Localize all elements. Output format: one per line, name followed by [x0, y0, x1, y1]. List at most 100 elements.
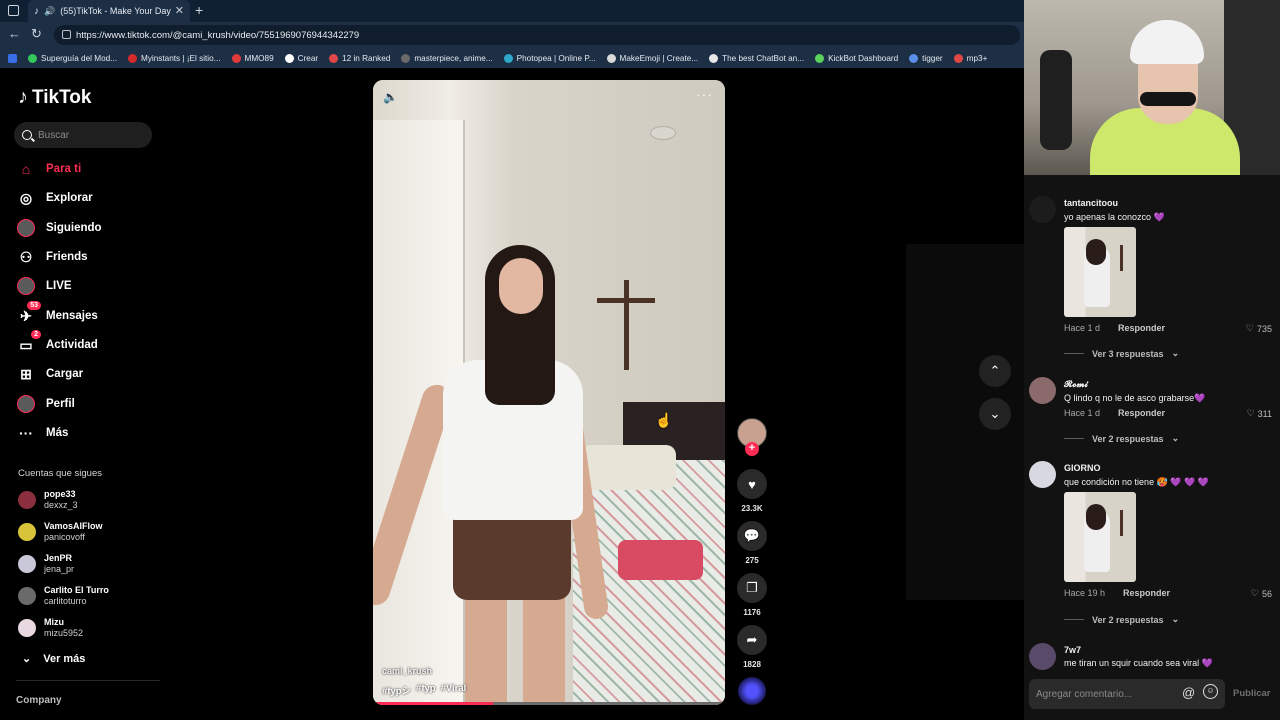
- followed-account[interactable]: VamosAlFlow panicovoff: [18, 518, 103, 546]
- volume-icon[interactable]: 🔈: [383, 90, 398, 104]
- followed-account[interactable]: JenPR jena_pr: [18, 550, 74, 578]
- like-action[interactable]: ♥ 23.3K: [737, 469, 767, 513]
- new-tab-icon[interactable]: +: [195, 2, 203, 18]
- next-video-button[interactable]: ⌄: [979, 398, 1011, 430]
- bookmark-icon[interactable]: ❐: [737, 573, 767, 603]
- video-cross: [624, 280, 629, 370]
- more-options-icon[interactable]: ···: [696, 86, 713, 102]
- avatar[interactable]: [1029, 377, 1056, 404]
- comment-icon[interactable]: 💬: [737, 521, 767, 551]
- sidebar-item-label: Para ti: [46, 163, 82, 175]
- following-icon: [16, 218, 36, 238]
- bookmark-item[interactable]: Photopea | Online P...: [503, 53, 596, 63]
- comment-username[interactable]: 7w7: [1064, 645, 1081, 655]
- bookmark-item[interactable]: MakeEmoji | Create...: [606, 53, 698, 63]
- back-icon[interactable]: ←: [8, 26, 21, 41]
- bookmark-item[interactable]: 12 in Ranked: [329, 53, 390, 63]
- close-tab-icon[interactable]: ✕: [175, 4, 184, 17]
- avatar[interactable]: [1029, 196, 1056, 223]
- comment-like[interactable]: ♡ 735: [1246, 323, 1272, 334]
- hashtag[interactable]: #Viral: [441, 683, 467, 697]
- sidebar-item-live[interactable]: LIVE: [16, 273, 72, 299]
- sidebar-item-label: Cargar: [46, 368, 84, 380]
- sidebar-item-friends[interactable]: ⚇ Friends: [16, 244, 88, 270]
- heart-icon[interactable]: ♥: [737, 469, 767, 499]
- company-link[interactable]: Company: [16, 695, 62, 706]
- comment-username[interactable]: GIORNO: [1064, 463, 1101, 473]
- view-replies-button[interactable]: Ver 2 respuestas ⌄: [1064, 614, 1179, 625]
- reload-icon[interactable]: ↻: [31, 26, 42, 42]
- bookmark-item[interactable]: Crear: [284, 53, 318, 63]
- bookmark-label: tigger: [922, 53, 943, 63]
- reply-button[interactable]: Responder: [1118, 408, 1165, 418]
- sidebar-item-para-ti[interactable]: ⌂ Para ti: [16, 156, 81, 182]
- share-action[interactable]: ➦ 1828: [737, 625, 767, 669]
- comment-input[interactable]: Agregar comentario...: [1029, 679, 1225, 709]
- sidebar-item-perfil[interactable]: Perfil: [16, 391, 75, 417]
- sidebar-item-cargar[interactable]: ⊞ Cargar: [16, 361, 83, 387]
- sidebar-item-siguiendo[interactable]: Siguiendo: [16, 215, 102, 241]
- see-more-button[interactable]: ⌄ Ver más: [22, 652, 85, 666]
- video-author[interactable]: cami_krush: [382, 666, 432, 676]
- view-replies-button[interactable]: Ver 3 respuestas ⌄: [1064, 348, 1179, 359]
- bookmark-favicon-icon: [909, 53, 919, 63]
- comment-like[interactable]: ♡ 56: [1251, 588, 1272, 599]
- bookmark-favicon-icon: [606, 53, 616, 63]
- browser-tab-bar: ♪ 🔊 (55)TikTok - Make Your Day ✕ +: [0, 0, 1024, 22]
- bookmark-item[interactable]: KickBot Dashboard: [815, 53, 899, 63]
- mention-icon[interactable]: @: [1182, 685, 1195, 700]
- bookmark-item[interactable]: The best ChatBot an...: [709, 53, 804, 63]
- previous-video-button[interactable]: ⌃: [979, 355, 1011, 387]
- apps-icon[interactable]: [8, 53, 17, 63]
- comment-username[interactable]: tantancitoou: [1064, 198, 1118, 208]
- sidebar-item-explorar[interactable]: ◎ Explorar: [16, 185, 93, 211]
- upload-icon: ⊞: [20, 365, 32, 382]
- video-player[interactable]: 🔈 ··· cami_krush #fypシ #fyp #Viral: [373, 80, 725, 705]
- sidebar-item-más[interactable]: ··· Más: [16, 420, 68, 446]
- url-field[interactable]: https://www.tiktok.com/@cami_krush/video…: [54, 25, 1020, 45]
- sidebar-item-mensajes[interactable]: ✈ 53 Mensajes: [16, 301, 98, 329]
- hashtag[interactable]: #fypシ: [382, 683, 411, 697]
- bookmark-item[interactable]: MMO89: [231, 53, 274, 63]
- hashtag[interactable]: #fyp: [416, 683, 436, 697]
- avatar[interactable]: [1029, 643, 1056, 670]
- bookmark-item[interactable]: Myinstants | ¡El sitio...: [128, 53, 221, 63]
- bookmark-item[interactable]: mp3+: [953, 53, 988, 63]
- site-info-icon[interactable]: [62, 30, 71, 39]
- sidebar-item-actividad[interactable]: ▭ 2 Actividad: [16, 330, 98, 358]
- bookmark-item[interactable]: Superguía del Mod...: [28, 53, 117, 63]
- music-disc-icon[interactable]: [738, 677, 766, 705]
- tiktok-logo[interactable]: ♪ TikTok: [18, 86, 91, 109]
- reply-button[interactable]: Responder: [1123, 588, 1170, 598]
- save-action[interactable]: ❐ 1176: [737, 573, 767, 617]
- sidebar-item-label: Más: [46, 427, 69, 439]
- search-input[interactable]: Buscar: [14, 122, 152, 148]
- avatar[interactable]: [1029, 461, 1056, 488]
- view-replies-button[interactable]: Ver 2 respuestas ⌄: [1064, 433, 1179, 444]
- comment-image[interactable]: [1064, 227, 1136, 317]
- comment-username[interactable]: 𝓡𝓸𝓶𝓲: [1064, 379, 1088, 390]
- bookmark-label: KickBot Dashboard: [828, 53, 899, 63]
- share-icon[interactable]: ➦: [737, 625, 767, 655]
- account-handle: jena_pr: [44, 564, 75, 574]
- browser-tab[interactable]: ♪ 🔊 (55)TikTok - Make Your Day ✕: [28, 0, 190, 22]
- followed-account[interactable]: Mizu mizu5952: [18, 614, 83, 642]
- emoji-icon[interactable]: ☺: [1203, 684, 1218, 699]
- follow-plus-button[interactable]: +: [745, 442, 759, 456]
- comment-action[interactable]: 💬 275: [737, 521, 767, 565]
- reply-button[interactable]: Responder: [1118, 323, 1165, 333]
- followed-account[interactable]: pope33 dexxz_3: [18, 486, 78, 514]
- speaker-icon[interactable]: 🔊: [44, 6, 55, 17]
- bookmark-item[interactable]: masterpiece, anime...: [401, 53, 493, 63]
- publish-button[interactable]: Publicar: [1233, 688, 1271, 699]
- bookmark-item[interactable]: tigger: [909, 53, 943, 63]
- followed-account[interactable]: Carlito El Turro carlitoturro: [18, 582, 109, 610]
- sidebar-item-label: Siguiendo: [46, 222, 102, 234]
- comment-image[interactable]: [1064, 492, 1136, 582]
- view-replies-label: Ver 2 respuestas: [1092, 433, 1164, 444]
- window-menu-icon[interactable]: [8, 5, 19, 16]
- progress-bar[interactable]: [373, 702, 725, 705]
- comment-like[interactable]: ♡ 311: [1247, 408, 1272, 419]
- bookmark-label: mp3+: [966, 53, 988, 63]
- search-icon: [22, 130, 32, 140]
